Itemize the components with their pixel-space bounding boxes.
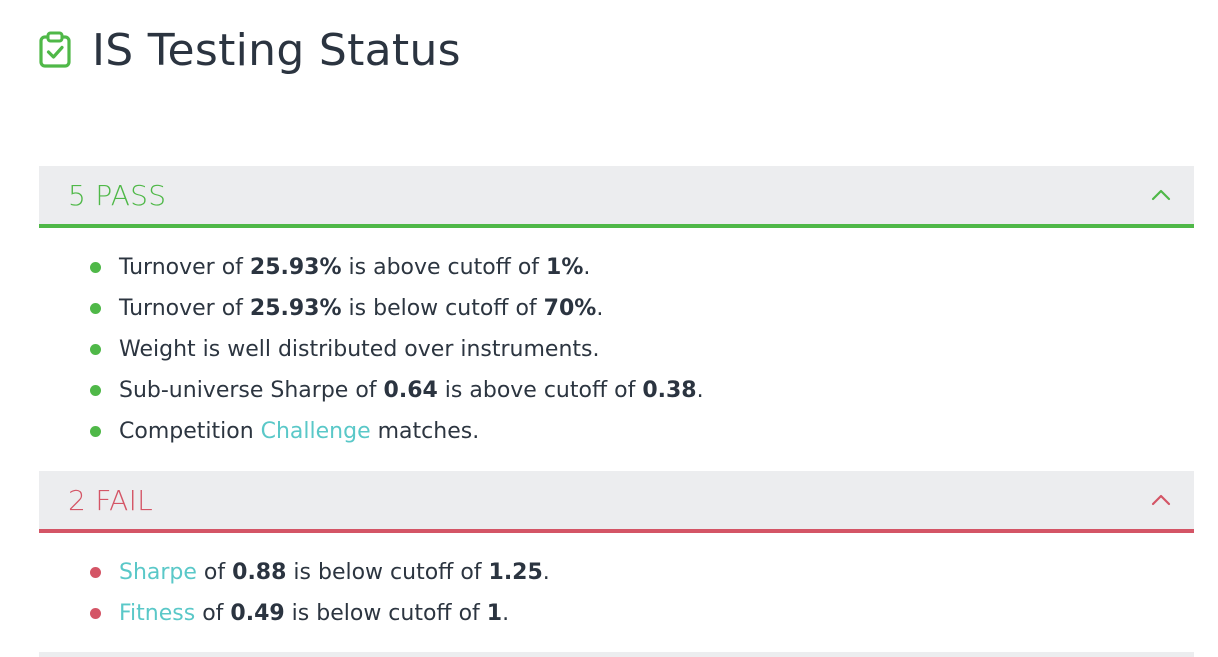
next-section-edge [39,652,1194,657]
fail-label: FAIL [95,483,154,517]
result-item: Competition Challenge matches. [89,411,1194,452]
fail-section-title: 2 FAIL [68,484,153,517]
result-item: Weight is well distributed over instrume… [89,329,1194,370]
fail-count: 2 [68,483,87,517]
page-header: IS Testing Status [38,22,461,78]
result-item: Turnover of 25.93% is below cutoff of 70… [89,288,1194,329]
fail-bullet [90,567,101,578]
pass-results-list: Turnover of 25.93% is above cutoff of 1%… [39,228,1194,452]
pass-section: 5 PASS Turnover of 25.93% is above cutof… [39,166,1194,452]
result-item: Fitness of 0.49 is below cutoff of 1. [89,593,1194,634]
result-item: Sub-universe Sharpe of 0.64 is above cut… [89,370,1194,411]
pass-label: PASS [95,178,167,212]
pass-count: 5 [68,178,87,212]
pass-bullet [90,426,101,437]
fitness-link[interactable]: Fitness [119,601,195,626]
fail-results-list: Sharpe of 0.88 is below cutoff of 1.25. … [39,533,1194,634]
page-title: IS Testing Status [92,24,461,76]
result-item: Turnover of 25.93% is above cutoff of 1%… [89,247,1194,288]
pass-bullet [90,303,101,314]
challenge-link[interactable]: Challenge [261,419,371,444]
pass-section-title: 5 PASS [68,179,166,212]
fail-section-header[interactable]: 2 FAIL [39,471,1194,533]
sharpe-link[interactable]: Sharpe [119,560,197,585]
pass-bullet [90,385,101,396]
pass-bullet [90,344,101,355]
chevron-up-icon[interactable] [1150,489,1172,511]
clipboard-check-icon [38,31,72,69]
fail-bullet [90,608,101,619]
result-item: Sharpe of 0.88 is below cutoff of 1.25. [89,552,1194,593]
chevron-up-icon[interactable] [1150,184,1172,206]
pass-section-header[interactable]: 5 PASS [39,166,1194,228]
pass-bullet [90,262,101,273]
fail-section: 2 FAIL Sharpe of 0.88 is below cutoff of… [39,471,1194,634]
